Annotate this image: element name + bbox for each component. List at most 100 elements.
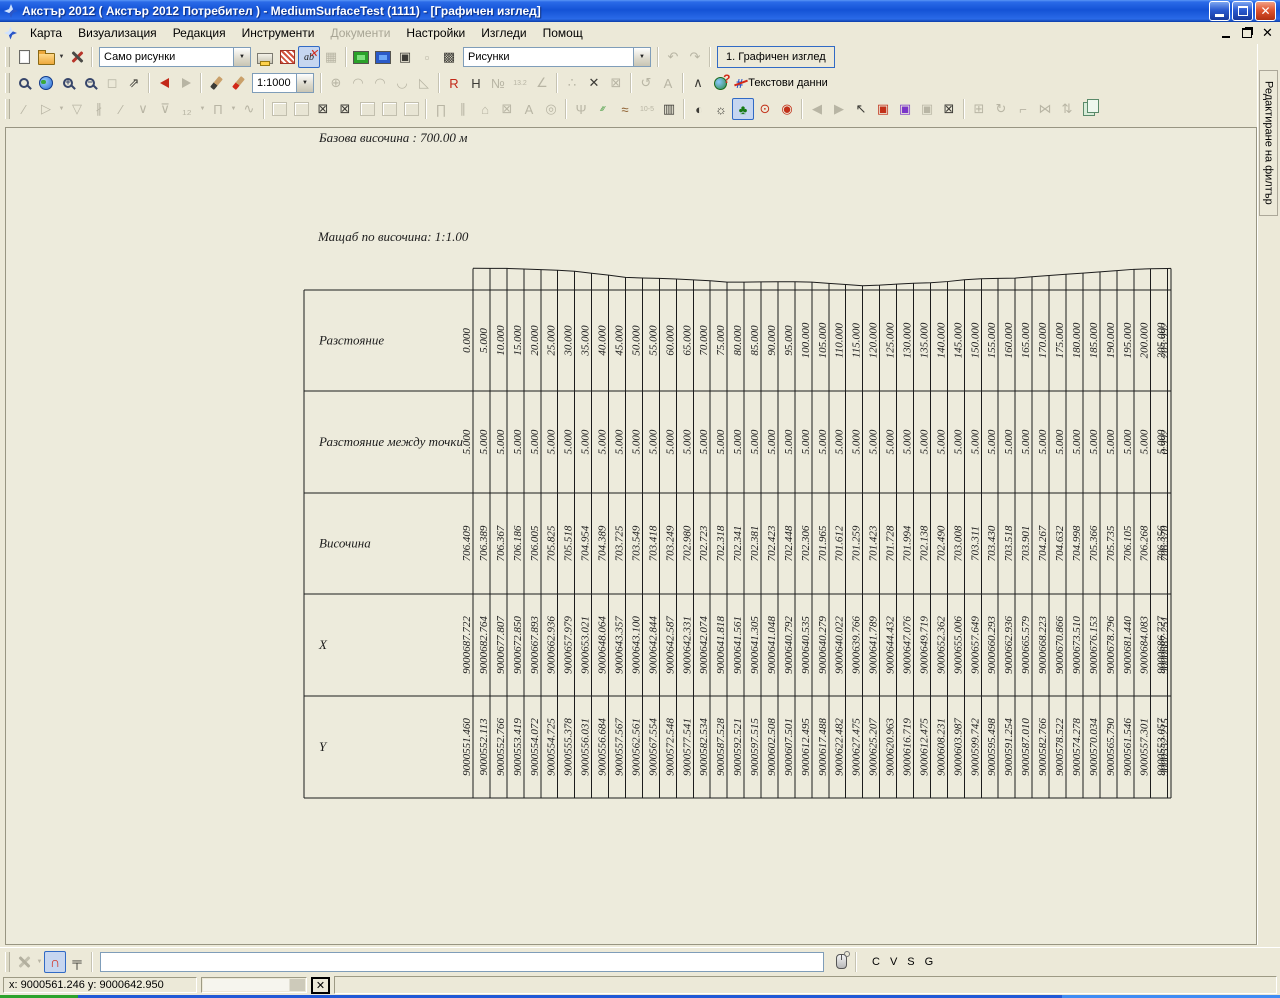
- flag-c[interactable]: C: [872, 956, 880, 968]
- region-copy-button[interactable]: ▣: [872, 98, 894, 120]
- minimize-button[interactable]: [1209, 1, 1230, 21]
- circle-object-button[interactable]: ◎: [540, 98, 562, 120]
- document-system-icon[interactable]: [4, 27, 17, 40]
- menu-2[interactable]: Визуализация: [70, 23, 165, 43]
- annotation-toggle-button[interactable]: ab: [298, 46, 320, 68]
- profile-grid-button[interactable]: ▥: [658, 98, 680, 120]
- numbering-button[interactable]: №: [487, 72, 509, 94]
- arc-3point-button[interactable]: ◠: [369, 72, 391, 94]
- customize-tools-button[interactable]: [66, 46, 88, 68]
- grid-button[interactable]: ▦: [320, 46, 342, 68]
- pan-left-button[interactable]: ◀: [806, 98, 828, 120]
- toolbar-grip[interactable]: [5, 47, 10, 67]
- child-minimize-button[interactable]: [1219, 27, 1232, 39]
- zoom-out-button[interactable]: −: [79, 72, 101, 94]
- shape-tool-caret-icon[interactable]: ▼: [229, 99, 238, 119]
- region-cut-button[interactable]: ▣: [894, 98, 916, 120]
- segment-tool-button[interactable]: ∕: [110, 98, 132, 120]
- hatch-green-button[interactable]: ∕∕∕: [592, 98, 614, 120]
- toolbar-grip[interactable]: [5, 73, 10, 93]
- flatten-button[interactable]: ⊠: [496, 98, 518, 120]
- vegetation-button[interactable]: ♣: [732, 98, 754, 120]
- snap-distance-button[interactable]: ╤: [66, 951, 88, 973]
- delete-frame-button[interactable]: ⊠: [605, 72, 627, 94]
- brightness-button[interactable]: ☼: [710, 98, 732, 120]
- reference-point-button[interactable]: R: [443, 72, 465, 94]
- cancel-operation-button[interactable]: ✕: [311, 977, 330, 994]
- region-paste-button[interactable]: ▣: [916, 98, 938, 120]
- rotate-text-button[interactable]: A: [657, 72, 679, 94]
- flag-g[interactable]: G: [925, 956, 934, 968]
- frame-properties-button[interactable]: ▣: [394, 46, 416, 68]
- copy-sheet-button[interactable]: [1078, 98, 1100, 120]
- undo-button[interactable]: ↶: [662, 46, 684, 68]
- delete-object-button[interactable]: ✕: [583, 72, 605, 94]
- command-input[interactable]: [100, 952, 824, 972]
- convex-button[interactable]: ⌂: [474, 98, 496, 120]
- slope-button[interactable]: ∠: [531, 72, 553, 94]
- area-small-button[interactable]: [356, 98, 378, 120]
- relief-waves-button[interactable]: ≈: [614, 98, 636, 120]
- toolbar-grip[interactable]: [5, 952, 10, 972]
- menu-6[interactable]: Настройки: [398, 23, 473, 43]
- snap-magnet-button[interactable]: ∩: [44, 951, 66, 973]
- polygon-tool-button[interactable]: ▽: [66, 98, 88, 120]
- drawing-canvas[interactable]: Базова височина : 700.00 мМащаб по височ…: [5, 127, 1257, 945]
- title-bar[interactable]: Акстър 2012 ( Акстър 2012 Потребител ) -…: [0, 0, 1280, 22]
- area-box-button[interactable]: [290, 98, 312, 120]
- scale-combobox-dropdown-icon[interactable]: ▼: [296, 74, 313, 92]
- select-window-button[interactable]: ◻: [101, 72, 123, 94]
- menu-4[interactable]: Инструменти: [234, 23, 323, 43]
- pointer-button[interactable]: ↖: [850, 98, 872, 120]
- mouse-settings-button[interactable]: [830, 951, 852, 973]
- height-point-button[interactable]: H: [465, 72, 487, 94]
- pi-object-button[interactable]: ∏: [430, 98, 452, 120]
- polyline-tool-button[interactable]: ▷: [35, 98, 57, 120]
- view-forward-button[interactable]: [175, 72, 197, 94]
- shape-tool-button[interactable]: Π: [207, 98, 229, 120]
- menu-8[interactable]: Помощ: [535, 23, 591, 43]
- flag-s[interactable]: S: [907, 956, 914, 968]
- frame-move-button[interactable]: ▫: [416, 46, 438, 68]
- open-drawing-caret-icon[interactable]: ▼: [57, 47, 66, 67]
- new-document-button[interactable]: [13, 46, 35, 68]
- point-mark-red-button[interactable]: ◉: [776, 98, 798, 120]
- flag-v[interactable]: V: [890, 956, 897, 968]
- corner-view-button[interactable]: ⌐: [1012, 98, 1034, 120]
- area-create-button[interactable]: [268, 98, 290, 120]
- split-tool-button[interactable]: ∦: [88, 98, 110, 120]
- zoom-window-button[interactable]: [13, 72, 35, 94]
- active-view-button[interactable]: 1. Графичен изглед: [717, 46, 835, 68]
- stamp-button[interactable]: [276, 46, 298, 68]
- zoom-extent-button[interactable]: ⇗: [123, 72, 145, 94]
- draw-settings-caret-icon[interactable]: ▼: [35, 952, 44, 972]
- curve-tool-button[interactable]: ∿: [238, 98, 260, 120]
- arc-tangent-button[interactable]: ◡: [391, 72, 413, 94]
- redo-button[interactable]: ↷: [684, 46, 706, 68]
- pan-right-button[interactable]: ▶: [828, 98, 850, 120]
- filter-combobox[interactable]: Само рисунки▼: [99, 47, 251, 67]
- open-drawing-button[interactable]: [35, 46, 57, 68]
- tile-windows-button[interactable]: ⊞: [968, 98, 990, 120]
- numbered-points-caret-icon[interactable]: ▼: [198, 99, 207, 119]
- scale-combobox[interactable]: 1:1000▼: [252, 73, 314, 93]
- flip-button[interactable]: ⇅: [1056, 98, 1078, 120]
- close-button[interactable]: ✕: [1255, 1, 1276, 21]
- zoom-in-button[interactable]: +: [57, 72, 79, 94]
- menu-7[interactable]: Изгледи: [473, 23, 534, 43]
- point-label-red-button[interactable]: ⊙: [754, 98, 776, 120]
- text-data-button[interactable]: #Текстови данни: [731, 73, 833, 93]
- line-tool-button[interactable]: ∕: [13, 98, 35, 120]
- child-close-button[interactable]: ✕: [1261, 27, 1274, 39]
- mirror-button[interactable]: ⋈: [1034, 98, 1056, 120]
- refresh-all-button[interactable]: ↻: [990, 98, 1012, 120]
- filter-editor-tab[interactable]: Редактиране на филтър: [1259, 70, 1278, 216]
- new-raster-frame-button[interactable]: [350, 46, 372, 68]
- redraw-all-button[interactable]: [227, 72, 249, 94]
- area-rotate-button[interactable]: [378, 98, 400, 120]
- area-delete-all-button[interactable]: ⊠: [334, 98, 356, 120]
- corner-tool-button[interactable]: ◺: [413, 72, 435, 94]
- measure-compass-button[interactable]: ∧: [687, 72, 709, 94]
- polyline-tool-caret-icon[interactable]: ▼: [57, 99, 66, 119]
- frame-border-button[interactable]: ▩: [438, 46, 460, 68]
